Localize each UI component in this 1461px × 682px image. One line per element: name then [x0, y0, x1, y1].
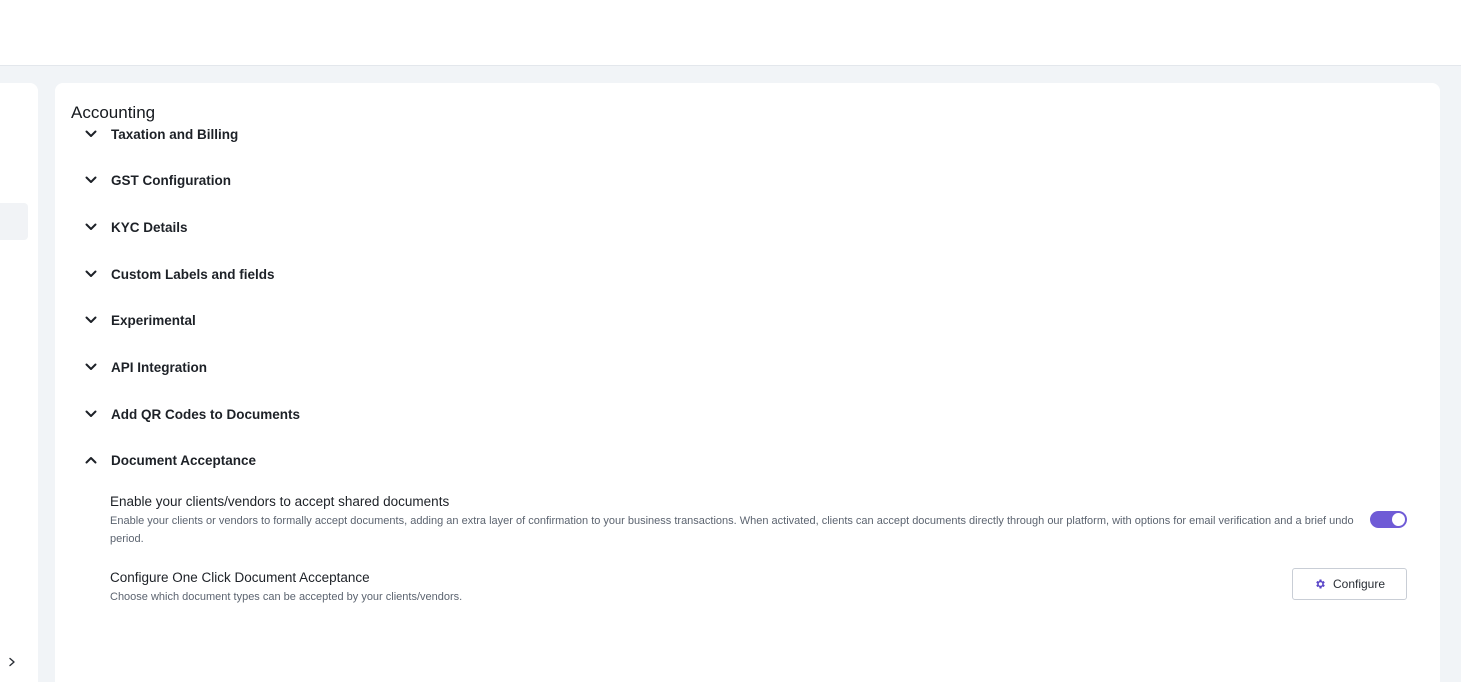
sidebar-item-active[interactable] — [0, 203, 28, 240]
setting-title: Configure One Click Document Acceptance — [110, 570, 370, 585]
setting-configure-one-click: Configure One Click Document Acceptance … — [110, 569, 1410, 606]
chevron-down-icon — [83, 219, 99, 235]
section-label: Add QR Codes to Documents — [111, 406, 301, 422]
section-document-acceptance[interactable]: Document Acceptance — [83, 449, 256, 471]
chevron-up-icon — [83, 452, 99, 468]
top-bar — [0, 0, 1461, 66]
toggle-knob — [1392, 513, 1405, 526]
section-experimental[interactable]: Experimental — [83, 309, 196, 331]
section-api-integration[interactable]: API Integration — [83, 356, 207, 378]
chevron-right-icon — [9, 657, 15, 667]
section-label: GST Configuration — [111, 172, 231, 188]
section-label: API Integration — [111, 359, 208, 375]
section-label: Custom Labels and fields — [111, 266, 275, 282]
setting-description: Choose which document types can be accep… — [110, 591, 463, 603]
setting-enable-document-acceptance: Enable your clients/vendors to accept sh… — [110, 493, 1410, 548]
sidebar-expand-button[interactable] — [4, 654, 20, 670]
chevron-down-icon — [83, 126, 99, 142]
section-label: Experimental — [111, 312, 196, 328]
gear-icon — [1314, 578, 1327, 591]
chevron-down-icon — [83, 312, 99, 328]
document-acceptance-toggle[interactable] — [1370, 511, 1407, 528]
configure-button-label: Configure — [1332, 577, 1386, 591]
section-taxation-and-billing[interactable]: Taxation and Billing — [83, 123, 238, 145]
section-kyc-details[interactable]: KYC Details — [83, 216, 188, 238]
page-title: Accounting — [71, 103, 156, 122]
chevron-down-icon — [83, 359, 99, 375]
section-label: KYC Details — [111, 219, 188, 235]
section-label: Document Acceptance — [111, 452, 257, 468]
configure-button[interactable]: Configure — [1292, 568, 1407, 600]
section-gst-configuration[interactable]: GST Configuration — [83, 169, 231, 191]
section-label: Taxation and Billing — [111, 126, 239, 142]
setting-title: Enable your clients/vendors to accept sh… — [110, 494, 450, 509]
section-add-qr-codes[interactable]: Add QR Codes to Documents — [83, 403, 300, 425]
chevron-down-icon — [83, 172, 99, 188]
sidebar — [0, 83, 38, 682]
settings-panel: Accounting Taxation and Billing GST Conf… — [55, 83, 1440, 682]
section-custom-labels-and-fields[interactable]: Custom Labels and fields — [83, 263, 275, 285]
chevron-down-icon — [83, 266, 99, 282]
chevron-down-icon — [83, 406, 99, 422]
setting-description: Enable your clients or vendors to formal… — [110, 515, 1354, 545]
